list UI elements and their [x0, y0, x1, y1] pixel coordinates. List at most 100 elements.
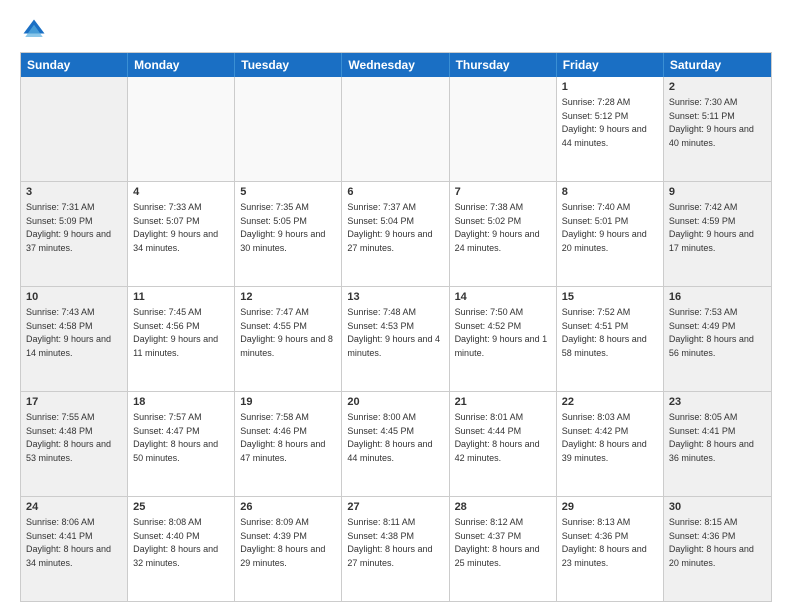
day-info: Sunrise: 7:37 AM Sunset: 5:04 PM Dayligh…: [347, 202, 432, 253]
cal-cell-r0-c3: [342, 77, 449, 181]
cal-cell-r3-c4: 21 Sunrise: 8:01 AM Sunset: 4:44 PM Dayli…: [450, 392, 557, 496]
day-info: Sunrise: 7:53 AM Sunset: 4:49 PM Dayligh…: [669, 307, 754, 358]
day-info: Sunrise: 8:01 AM Sunset: 4:44 PM Dayligh…: [455, 412, 540, 463]
day-number: 13: [347, 290, 443, 305]
day-number: 20: [347, 395, 443, 410]
day-number: 4: [133, 185, 229, 200]
day-number: 28: [455, 500, 551, 515]
day-number: 24: [26, 500, 122, 515]
cal-cell-r3-c1: 18Sunrise: 7:57 AM Sunset: 4:47 PM Dayli…: [128, 392, 235, 496]
day-info: Sunrise: 7:52 AM Sunset: 4:51 PM Dayligh…: [562, 307, 647, 358]
cal-cell-r0-c2: [235, 77, 342, 181]
cal-cell-r4-c4: 28 Sunrise: 8:12 AM Sunset: 4:37 PM Dayli…: [450, 497, 557, 601]
calendar-body: 1 Sunrise: 7:28 AM Sunset: 5:12 PM Daylig…: [21, 77, 771, 601]
day-number: 29: [562, 500, 658, 515]
day-number: 23: [669, 395, 766, 410]
header-cell-tuesday: Tuesday: [235, 53, 342, 77]
cal-cell-r2-c2: 12Sunrise: 7:47 AM Sunset: 4:55 PM Dayli…: [235, 287, 342, 391]
day-number: 1: [562, 80, 658, 95]
cal-cell-r2-c3: 13 Sunrise: 7:48 AM Sunset: 4:53 PM Dayli…: [342, 287, 449, 391]
day-info: Sunrise: 8:08 AM Sunset: 4:40 PM Dayligh…: [133, 517, 218, 568]
day-number: 10: [26, 290, 122, 305]
day-number: 2: [669, 80, 766, 95]
day-info: Sunrise: 7:28 AM Sunset: 5:12 PM Dayligh…: [562, 97, 647, 148]
day-info: Sunrise: 8:00 AM Sunset: 4:45 PM Dayligh…: [347, 412, 432, 463]
cal-cell-r2-c6: 16Sunrise: 7:53 AM Sunset: 4:49 PM Dayli…: [664, 287, 771, 391]
day-number: 17: [26, 395, 122, 410]
day-info: Sunrise: 7:43 AM Sunset: 4:58 PM Dayligh…: [26, 307, 111, 358]
day-info: Sunrise: 8:11 AM Sunset: 4:38 PM Dayligh…: [347, 517, 432, 568]
day-info: Sunrise: 7:55 AM Sunset: 4:48 PM Dayligh…: [26, 412, 111, 463]
day-number: 11: [133, 290, 229, 305]
calendar-row-3: 17 Sunrise: 7:55 AM Sunset: 4:48 PM Dayli…: [21, 391, 771, 496]
calendar: SundayMondayTuesdayWednesdayThursdayFrid…: [20, 52, 772, 602]
day-info: Sunrise: 8:03 AM Sunset: 4:42 PM Dayligh…: [562, 412, 647, 463]
day-number: 14: [455, 290, 551, 305]
cal-cell-r1-c2: 5 Sunrise: 7:35 AM Sunset: 5:05 PM Daylig…: [235, 182, 342, 286]
cal-cell-r4-c1: 25 Sunrise: 8:08 AM Sunset: 4:40 PM Dayli…: [128, 497, 235, 601]
cal-cell-r0-c4: [450, 77, 557, 181]
day-info: Sunrise: 7:38 AM Sunset: 5:02 PM Dayligh…: [455, 202, 540, 253]
cal-cell-r0-c0: [21, 77, 128, 181]
day-info: Sunrise: 8:09 AM Sunset: 4:39 PM Dayligh…: [240, 517, 325, 568]
cal-cell-r4-c5: 29 Sunrise: 8:13 AM Sunset: 4:36 PM Dayli…: [557, 497, 664, 601]
day-number: 19: [240, 395, 336, 410]
header-cell-sunday: Sunday: [21, 53, 128, 77]
day-info: Sunrise: 7:31 AM Sunset: 5:09 PM Dayligh…: [26, 202, 111, 253]
logo-icon: [20, 16, 48, 44]
cal-cell-r2-c4: 14 Sunrise: 7:50 AM Sunset: 4:52 PM Dayli…: [450, 287, 557, 391]
header-cell-monday: Monday: [128, 53, 235, 77]
header-cell-thursday: Thursday: [450, 53, 557, 77]
header-cell-friday: Friday: [557, 53, 664, 77]
cal-cell-r3-c0: 17 Sunrise: 7:55 AM Sunset: 4:48 PM Dayli…: [21, 392, 128, 496]
cal-cell-r4-c0: 24Sunrise: 8:06 AM Sunset: 4:41 PM Dayli…: [21, 497, 128, 601]
calendar-row-4: 24Sunrise: 8:06 AM Sunset: 4:41 PM Dayli…: [21, 496, 771, 601]
day-number: 21: [455, 395, 551, 410]
cal-cell-r3-c6: 23 Sunrise: 8:05 AM Sunset: 4:41 PM Dayli…: [664, 392, 771, 496]
day-info: Sunrise: 8:05 AM Sunset: 4:41 PM Dayligh…: [669, 412, 754, 463]
header: [20, 16, 772, 44]
calendar-row-2: 10 Sunrise: 7:43 AM Sunset: 4:58 PM Dayli…: [21, 286, 771, 391]
cal-cell-r2-c1: 11 Sunrise: 7:45 AM Sunset: 4:56 PM Dayli…: [128, 287, 235, 391]
day-number: 9: [669, 185, 766, 200]
day-number: 8: [562, 185, 658, 200]
day-info: Sunrise: 7:35 AM Sunset: 5:05 PM Dayligh…: [240, 202, 325, 253]
cal-cell-r4-c6: 30Sunrise: 8:15 AM Sunset: 4:36 PM Dayli…: [664, 497, 771, 601]
day-number: 3: [26, 185, 122, 200]
cal-cell-r4-c3: 27 Sunrise: 8:11 AM Sunset: 4:38 PM Dayli…: [342, 497, 449, 601]
day-info: Sunrise: 7:30 AM Sunset: 5:11 PM Dayligh…: [669, 97, 754, 148]
logo: [20, 16, 52, 44]
day-info: Sunrise: 7:33 AM Sunset: 5:07 PM Dayligh…: [133, 202, 218, 253]
day-info: Sunrise: 7:45 AM Sunset: 4:56 PM Dayligh…: [133, 307, 218, 358]
day-info: Sunrise: 8:15 AM Sunset: 4:36 PM Dayligh…: [669, 517, 754, 568]
day-info: Sunrise: 7:40 AM Sunset: 5:01 PM Dayligh…: [562, 202, 647, 253]
day-number: 27: [347, 500, 443, 515]
day-info: Sunrise: 7:48 AM Sunset: 4:53 PM Dayligh…: [347, 307, 440, 358]
day-info: Sunrise: 7:58 AM Sunset: 4:46 PM Dayligh…: [240, 412, 325, 463]
cal-cell-r1-c5: 8 Sunrise: 7:40 AM Sunset: 5:01 PM Daylig…: [557, 182, 664, 286]
cal-cell-r2-c5: 15 Sunrise: 7:52 AM Sunset: 4:51 PM Dayli…: [557, 287, 664, 391]
day-number: 22: [562, 395, 658, 410]
cal-cell-r1-c6: 9Sunrise: 7:42 AM Sunset: 4:59 PM Daylig…: [664, 182, 771, 286]
day-info: Sunrise: 7:50 AM Sunset: 4:52 PM Dayligh…: [455, 307, 548, 358]
page: SundayMondayTuesdayWednesdayThursdayFrid…: [0, 0, 792, 612]
cal-cell-r0-c1: [128, 77, 235, 181]
cal-cell-r0-c6: 2 Sunrise: 7:30 AM Sunset: 5:11 PM Daylig…: [664, 77, 771, 181]
day-info: Sunrise: 8:13 AM Sunset: 4:36 PM Dayligh…: [562, 517, 647, 568]
calendar-header: SundayMondayTuesdayWednesdayThursdayFrid…: [21, 53, 771, 77]
cal-cell-r2-c0: 10 Sunrise: 7:43 AM Sunset: 4:58 PM Dayli…: [21, 287, 128, 391]
calendar-row-1: 3 Sunrise: 7:31 AM Sunset: 5:09 PM Daylig…: [21, 181, 771, 286]
cal-cell-r1-c1: 4 Sunrise: 7:33 AM Sunset: 5:07 PM Daylig…: [128, 182, 235, 286]
day-number: 25: [133, 500, 229, 515]
day-number: 5: [240, 185, 336, 200]
day-number: 12: [240, 290, 336, 305]
cal-cell-r1-c4: 7 Sunrise: 7:38 AM Sunset: 5:02 PM Daylig…: [450, 182, 557, 286]
header-cell-wednesday: Wednesday: [342, 53, 449, 77]
day-number: 15: [562, 290, 658, 305]
day-info: Sunrise: 7:57 AM Sunset: 4:47 PM Dayligh…: [133, 412, 218, 463]
day-info: Sunrise: 8:12 AM Sunset: 4:37 PM Dayligh…: [455, 517, 540, 568]
day-number: 6: [347, 185, 443, 200]
cal-cell-r3-c5: 22 Sunrise: 8:03 AM Sunset: 4:42 PM Dayli…: [557, 392, 664, 496]
cal-cell-r3-c2: 19 Sunrise: 7:58 AM Sunset: 4:46 PM Dayli…: [235, 392, 342, 496]
day-number: 7: [455, 185, 551, 200]
